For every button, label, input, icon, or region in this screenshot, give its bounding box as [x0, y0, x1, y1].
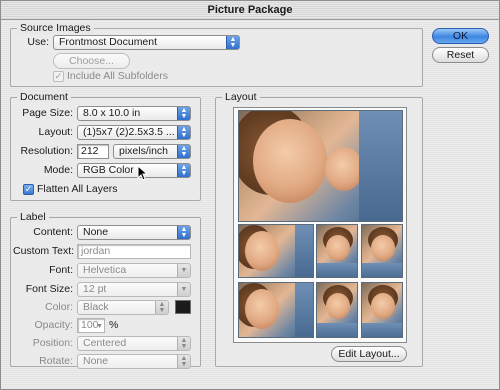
resolution-unit-popup[interactable]: pixels/inch ▲ ▼ [113, 144, 191, 159]
wallet-photo-1 [316, 224, 358, 278]
mode-label: Mode: [43, 164, 73, 176]
content-popup[interactable]: None ▲ ▼ [77, 225, 191, 240]
large-photo [238, 110, 403, 222]
content-value: None [83, 226, 109, 238]
font-size-value: 12 pt [83, 283, 107, 295]
ok-button[interactable]: OK [432, 28, 489, 44]
font-value: Helvetica [83, 264, 127, 276]
document-title: Document [17, 91, 71, 103]
resolution-label: Resolution: [20, 145, 73, 157]
use-popup[interactable]: Frontmost Document ▲ ▼ [53, 35, 240, 50]
custom-text-input[interactable]: jordan [77, 244, 191, 259]
popup-arrow-icon: ▼ [177, 283, 190, 296]
color-popup[interactable]: Black ▲ ▼ [77, 300, 169, 315]
font-popup[interactable]: Helvetica ▼ [77, 263, 191, 278]
color-value: Black [83, 301, 109, 313]
medium-photo-2 [238, 282, 314, 338]
popup-arrows-icon: ▲ ▼ [177, 145, 190, 158]
use-label: Use: [27, 36, 49, 48]
font-size-label: Font Size: [25, 283, 73, 295]
page-size-label: Page Size: [22, 107, 73, 119]
resolution-input[interactable]: 212 [77, 144, 109, 159]
popup-arrows-icon: ▲ ▼ [177, 164, 190, 177]
popup-arrows-icon: ▲ ▼ [177, 107, 190, 120]
rotate-value: None [83, 355, 109, 367]
layout-label: Layout: [38, 126, 73, 138]
popup-arrows-icon: ▲ ▼ [177, 126, 190, 139]
resolution-unit-value: pixels/inch [119, 145, 169, 157]
custom-text-label: Custom Text: [13, 245, 75, 257]
label-group-title: Label [17, 211, 49, 223]
position-label: Position: [32, 337, 73, 349]
opacity-label: Opacity: [34, 319, 73, 331]
use-value: Frontmost Document [59, 36, 158, 48]
rotate-popup[interactable]: None ▲ ▼ [77, 354, 191, 369]
layout-preview-sheet [233, 107, 407, 343]
choose-button[interactable]: Choose... [53, 53, 130, 69]
content-label: Content: [33, 226, 73, 238]
popup-arrow-icon: ▼ [177, 264, 190, 277]
source-images-title: Source Images [17, 22, 94, 34]
popup-arrows-icon: ▲ ▼ [177, 355, 190, 368]
edit-layout-button[interactable]: Edit Layout... [331, 346, 407, 362]
medium-photo-1 [238, 224, 314, 278]
flatten-layers-label: Flatten All Layers [37, 183, 118, 195]
wallet-photo-4 [361, 282, 403, 338]
popup-arrows-icon: ▲ ▼ [155, 301, 168, 314]
window-title: Picture Package [1, 1, 499, 20]
layout-popup[interactable]: (1)5x7 (2)2.5x3.5 ... ▲ ▼ [77, 125, 191, 140]
page-size-popup[interactable]: 8.0 x 10.0 in ▲ ▼ [77, 106, 191, 121]
rotate-label: Rotate: [39, 355, 73, 367]
position-popup[interactable]: Centered ▲ ▼ [77, 336, 191, 351]
popup-arrows-icon: ▲ ▼ [226, 36, 239, 49]
font-size-popup[interactable]: 12 pt ▼ [77, 282, 191, 297]
opacity-dropdown-icon[interactable]: ▼ [96, 320, 103, 333]
page-size-value: 8.0 x 10.0 in [83, 107, 141, 119]
include-subfolders-checkbox[interactable]: ✓ [53, 71, 64, 82]
mode-value: RGB Color [83, 164, 134, 176]
layout-value: (1)5x7 (2)2.5x3.5 ... [83, 126, 175, 138]
popup-arrows-icon: ▲ ▼ [177, 337, 190, 350]
include-subfolders-label: Include All Subfolders [67, 70, 168, 82]
position-value: Centered [83, 337, 127, 349]
flatten-layers-checkbox[interactable]: ✓ [23, 184, 34, 195]
color-swatch[interactable] [175, 300, 191, 314]
layout-group-title: Layout [222, 91, 260, 103]
wallet-photo-2 [361, 224, 403, 278]
font-label: Font: [49, 264, 73, 276]
wallet-photo-3 [316, 282, 358, 338]
popup-arrows-icon: ▲ ▼ [177, 226, 190, 239]
opacity-input[interactable]: 100 ▼ [77, 318, 105, 333]
reset-button[interactable]: Reset [432, 47, 489, 63]
opacity-unit: % [109, 319, 119, 331]
picture-package-dialog: Picture Package OK Reset Source Images U… [0, 0, 500, 390]
mode-popup[interactable]: RGB Color ▲ ▼ [77, 163, 191, 178]
mouse-pointer-icon [137, 165, 149, 181]
color-label: Color: [44, 301, 73, 313]
